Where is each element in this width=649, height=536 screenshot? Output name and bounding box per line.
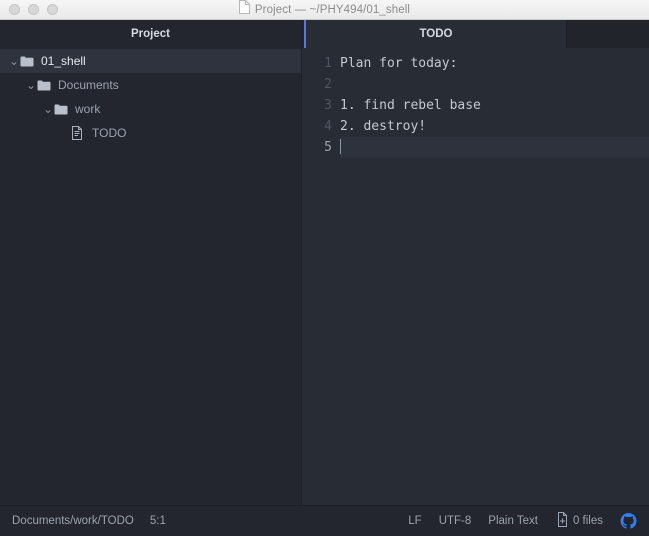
folder-icon — [20, 56, 38, 67]
editor-line[interactable]: Plan for today: — [340, 53, 649, 74]
editor-line[interactable]: 2. destroy! — [340, 116, 649, 137]
status-cursor-position[interactable]: 5:1 — [150, 515, 166, 527]
tree-item-label: TODO — [92, 126, 127, 140]
text-editor[interactable]: 1 2 3 4 5 Plan for today: 1. find rebel base 2… — [302, 48, 649, 505]
tree-item-work[interactable]: ⌄ work — [0, 97, 301, 121]
traffic-lights — [0, 4, 58, 15]
chevron-down-icon[interactable]: ⌄ — [42, 102, 54, 116]
status-git-changes[interactable]: 0 files — [555, 512, 603, 530]
editor-lines[interactable]: Plan for today: 1. find rebel base 2. dest… — [340, 53, 649, 505]
line-number: 1 — [324, 56, 332, 71]
folder-icon — [37, 80, 55, 91]
tree-item-documents[interactable]: ⌄ Documents — [0, 73, 301, 97]
editor-line[interactable] — [340, 74, 649, 95]
window-title-text: Project — ~/PHY494/01_shell — [254, 3, 411, 16]
tree-item-label: work — [75, 102, 101, 116]
editor-line-text: 2. destroy! — [340, 119, 427, 134]
tree-item-todo[interactable]: TODO — [0, 121, 301, 145]
text-cursor — [340, 139, 341, 154]
tree-view-panel: Project ⌄ 01_shell ⌄ Documents ⌄ work TODO — [0, 20, 302, 505]
atom-editor-window: Project — ~/PHY494/01_shell Project ⌄ 01_… — [0, 0, 649, 536]
chevron-down-icon[interactable]: ⌄ — [25, 78, 37, 92]
line-number: 4 — [324, 119, 332, 134]
editor-pane: TODO 1 2 3 4 5 Plan for today: 1. find rebel … — [302, 20, 649, 505]
tab-label: TODO — [419, 28, 453, 40]
tab-todo[interactable]: TODO — [306, 20, 567, 48]
github-octoface-icon[interactable] — [620, 513, 637, 529]
status-bar-right: LF UTF-8 Plain Text 0 files — [408, 512, 637, 530]
chevron-down-icon[interactable]: ⌄ — [8, 54, 20, 68]
window-titlebar: Project — ~/PHY494/01_shell — [0, 0, 649, 20]
line-number: 5 — [324, 140, 332, 155]
folder-icon — [54, 104, 72, 115]
window-title: Project — ~/PHY494/01_shell — [0, 0, 649, 19]
tree-view-header: Project — [0, 20, 301, 48]
line-number-gutter: 1 2 3 4 5 — [302, 53, 340, 505]
editor-line[interactable]: 1. find rebel base — [340, 95, 649, 116]
editor-line-text: Plan for today: — [340, 56, 458, 71]
editor-line[interactable] — [340, 137, 649, 158]
status-encoding[interactable]: UTF-8 — [439, 515, 472, 527]
tab-bar-empty-area[interactable] — [567, 20, 649, 48]
editor-line-text: 1. find rebel base — [340, 98, 481, 113]
tree-item-label: 01_shell — [41, 54, 86, 68]
project-tree[interactable]: ⌄ 01_shell ⌄ Documents ⌄ work TODO — [0, 48, 301, 505]
line-number: 3 — [324, 98, 332, 113]
line-number: 2 — [324, 77, 332, 92]
tab-bar: TODO — [302, 20, 649, 48]
document-icon — [238, 0, 250, 19]
status-bar-left: Documents/work/TODO 5:1 — [12, 515, 166, 527]
close-button[interactable] — [9, 4, 20, 15]
tree-item-01_shell[interactable]: ⌄ 01_shell — [0, 49, 301, 73]
status-git-changes-label: 0 files — [572, 515, 603, 527]
workspace: Project ⌄ 01_shell ⌄ Documents ⌄ work TODO TOD… — [0, 20, 649, 505]
zoom-button[interactable] — [47, 4, 58, 15]
status-file-path[interactable]: Documents/work/TODO — [12, 515, 134, 527]
file-text-icon — [71, 126, 89, 140]
status-grammar[interactable]: Plain Text — [488, 515, 538, 527]
status-bar: Documents/work/TODO 5:1 LF UTF-8 Plain T… — [0, 505, 649, 536]
minimize-button[interactable] — [28, 4, 39, 15]
diff-files-icon — [555, 512, 568, 530]
status-line-ending[interactable]: LF — [408, 515, 421, 527]
tree-item-label: Documents — [58, 78, 119, 92]
